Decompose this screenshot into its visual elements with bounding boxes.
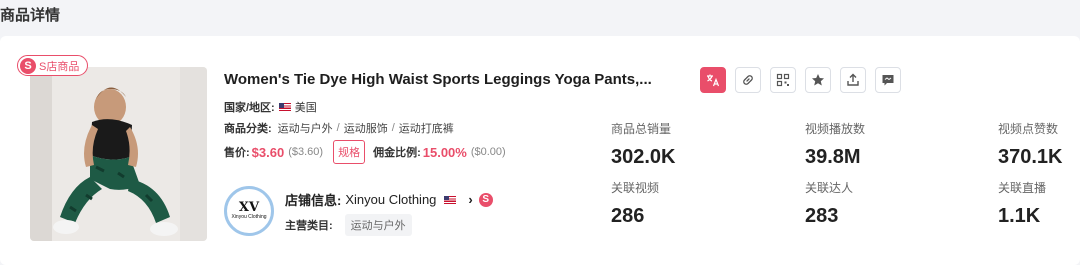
commission-value: 15.00%: [422, 144, 467, 160]
main-category-tag: 运动与户外: [344, 214, 412, 236]
stat-value: 1.1K: [998, 205, 1041, 227]
product-photo: [30, 67, 207, 241]
copy-link-button[interactable]: [735, 67, 761, 93]
s-store-badge-label: S店商品: [39, 60, 80, 73]
stat-video-views: 视频播放数 39.8M: [805, 120, 865, 169]
stat-related-lives: 关联直播 1.1K: [998, 179, 1046, 228]
category-link[interactable]: 运动打底裤: [399, 120, 454, 136]
star-icon: [812, 74, 824, 86]
s-logo-icon: S: [20, 57, 36, 74]
product-title[interactable]: Women's Tie Dye High Waist Sports Leggin…: [224, 71, 664, 88]
main-category-row: 主营类目: 运动与户外: [285, 214, 412, 236]
main-category-label: 主营类目:: [285, 220, 333, 232]
s-logo-icon[interactable]: S: [478, 192, 493, 207]
stat-label: 关联直播: [998, 181, 1047, 195]
chevron-right-icon[interactable]: ›: [468, 192, 472, 207]
share-button[interactable]: [840, 67, 866, 93]
section-title: 商品详情: [0, 7, 61, 24]
stat-video-likes: 视频点赞数 370.1K: [998, 120, 1063, 169]
stat-value: 283: [805, 205, 839, 227]
stat-related-videos: 关联视频 286: [611, 179, 659, 228]
spec-button[interactable]: 规格: [333, 140, 366, 164]
stat-related-influencers: 关联达人 283: [805, 179, 853, 228]
category-separator: /: [391, 122, 395, 134]
stat-label: 视频播放数: [805, 122, 866, 136]
link-icon: [743, 75, 753, 85]
stat-total-sales: 商品总销量 302.0K: [611, 120, 676, 169]
product-card: S S店商品 Women's Tie Dye High Waist Sports…: [0, 36, 1080, 265]
category-label: 商品分类:: [224, 123, 272, 135]
price-label: 售价:: [224, 147, 250, 159]
shop-avatar[interactable]: XV Xinyou Clothing: [224, 186, 274, 236]
category-link[interactable]: 运动与户外: [278, 120, 333, 136]
s-store-badge: S S店商品: [17, 55, 89, 76]
commission-amount: ($0.00): [470, 146, 506, 158]
message-icon: [882, 75, 894, 86]
shop-name[interactable]: Xinyou Clothing: [345, 192, 436, 207]
share-icon: [847, 73, 859, 86]
category-row: 商品分类: 运动与户外 / 运动服饰 / 运动打底裤: [224, 120, 454, 136]
stat-label: 视频点赞数: [998, 122, 1059, 136]
shop-avatar-logo: XV: [238, 200, 260, 215]
price-original: ($3.60): [288, 146, 324, 158]
price-row: 售价: $3.60 ($3.60) 规格 佣金比例: 15.00% ($0.00…: [224, 140, 506, 164]
shop-info-row: 店铺信息: Xinyou Clothing › S: [285, 190, 493, 209]
action-toolbar: [700, 67, 910, 93]
category-separator: /: [336, 122, 340, 134]
us-flag-icon: [444, 195, 457, 204]
price-value: $3.60: [251, 144, 285, 160]
stat-value: 286: [611, 205, 645, 227]
country-label: 国家/地区:: [224, 102, 275, 114]
country-value: 美国: [294, 102, 317, 114]
product-image[interactable]: [30, 67, 207, 241]
translate-button[interactable]: [700, 67, 726, 93]
us-flag-icon: [278, 103, 291, 111]
shop-info-label: 店铺信息:: [285, 193, 342, 208]
qrcode-icon: [776, 73, 790, 87]
translate-icon: [707, 74, 720, 87]
commission-label: 佣金比例:: [373, 147, 421, 159]
message-button[interactable]: [875, 67, 901, 93]
shop-avatar-subtext: Xinyou Clothing: [231, 214, 267, 220]
stat-label: 关联视频: [611, 181, 660, 195]
qrcode-button[interactable]: [770, 67, 796, 93]
stat-value: 302.0K: [611, 146, 676, 168]
stat-value: 370.1K: [998, 146, 1063, 168]
stat-value: 39.8M: [805, 146, 861, 168]
stat-label: 关联达人: [805, 181, 854, 195]
country-row: 国家/地区: 美国: [224, 99, 317, 115]
category-link[interactable]: 运动服饰: [344, 120, 388, 136]
stat-label: 商品总销量: [611, 122, 672, 136]
favorite-button[interactable]: [805, 67, 831, 93]
